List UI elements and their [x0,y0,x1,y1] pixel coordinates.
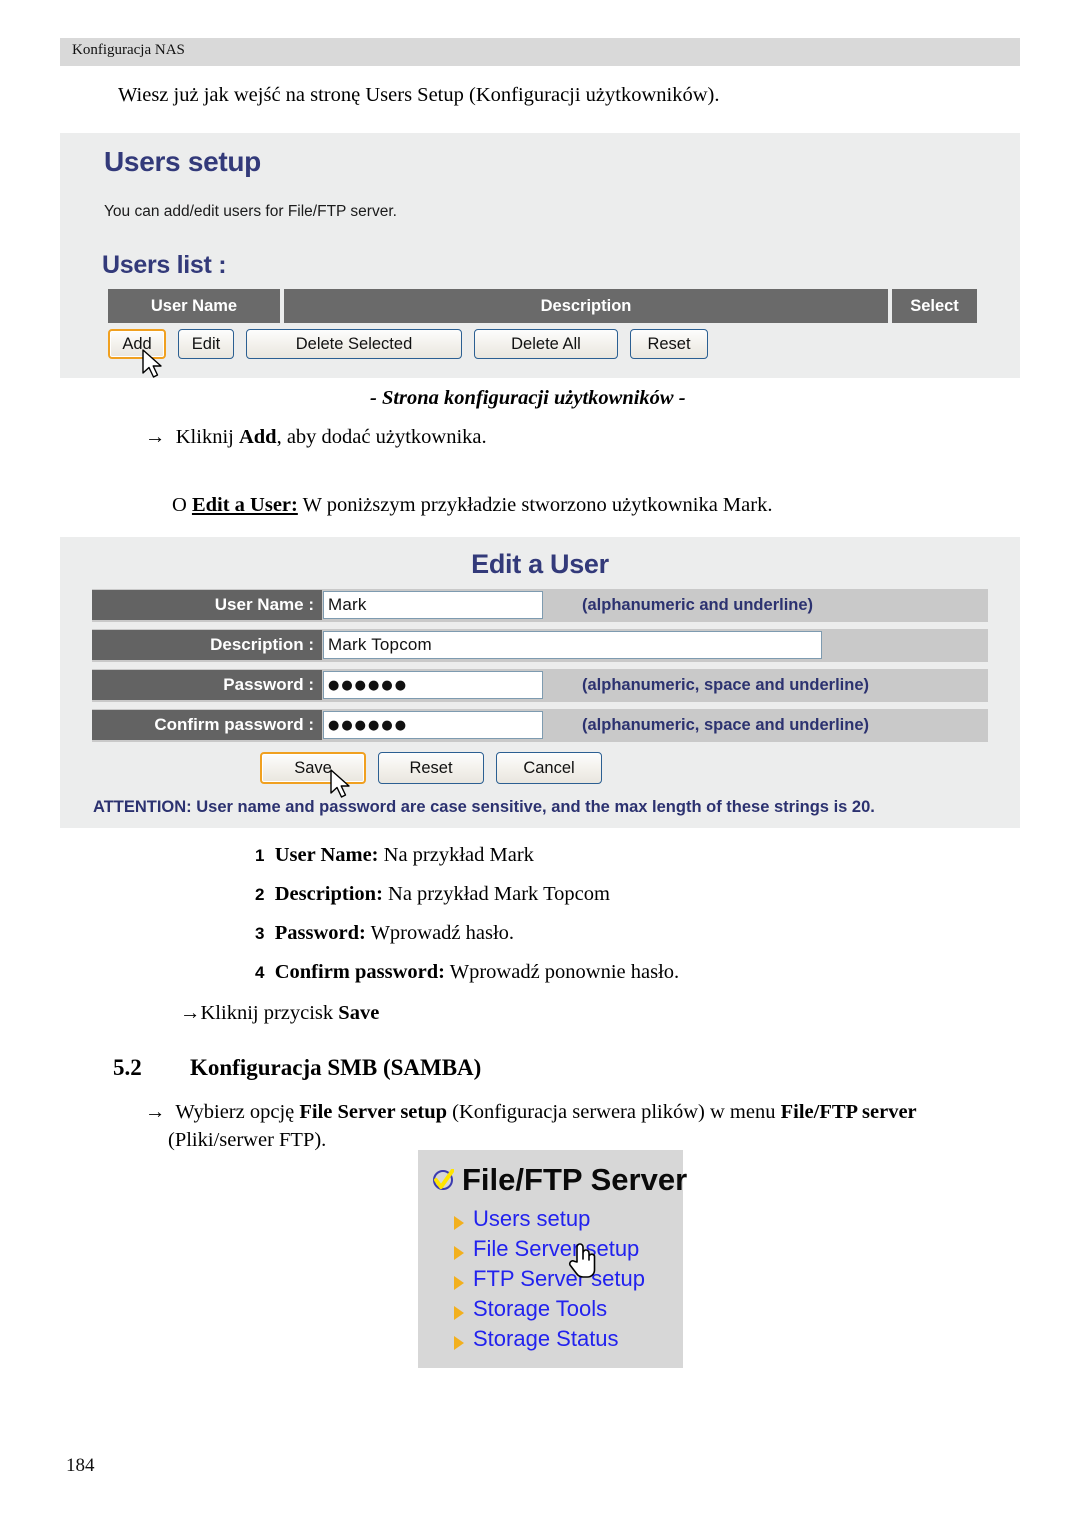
step-click-add-post: , aby dodać użytkownika. [276,426,487,448]
numbered-step-4-number: 4 [255,963,265,982]
checkmark-icon [432,1168,455,1191]
delete-all-button[interactable]: Delete All [474,329,618,359]
confirm-password-input[interactable]: ●●●●●● [323,711,543,739]
bullet-arrow-icon-2 [454,1246,464,1260]
edit-button[interactable]: Edit [178,329,234,359]
edit-a-user-panel: Edit a User User Name : Mark (alphanumer… [60,537,1020,828]
field-label-password: Password : [92,670,322,700]
edit-a-user-button-row: Save Reset Cancel [260,752,602,784]
section-number: 5.2 [113,1055,142,1080]
file-ftp-server-title: File/FTP Server [462,1162,688,1197]
users-setup-panel: Users setup You can add/edit users for F… [60,133,1020,378]
step-click-add-bold: Add [238,426,277,448]
numbered-step-3-bold: Password: [274,922,366,944]
menu-item-ftp-server-setup[interactable]: FTP Server setup [473,1266,645,1292]
numbered-step-4-text: Wprowadź ponownie hasło. [445,961,680,983]
field-hint-confirm-password: (alphanumeric, space and underline) [582,715,869,734]
numbered-step-2-number: 2 [255,885,265,904]
numbered-step-4: 4 Confirm password: Wprowadź ponownie ha… [255,961,679,984]
bullet-arrow-icon-3 [454,1276,464,1290]
numbered-step-2-text: Na przykład Mark Topcom [382,883,610,905]
step-click-save: →Kliknij przycisk Save [180,1000,379,1027]
file-ftp-server-menu: File/FTP Server Users setup File Server … [418,1150,687,1368]
running-header-text: Konfiguracja NAS [72,42,185,58]
users-list-table-header: User Name Description Select [108,289,977,323]
numbered-step-1: 1 User Name: Na przykład Mark [255,844,534,867]
delete-selected-button[interactable]: Delete Selected [246,329,462,359]
arrow-glyph: → [145,426,166,448]
step-click-save-bold: Save [338,1002,380,1024]
users-setup-title: Users setup [104,146,261,177]
section-body-bold-1: File Server setup [299,1101,448,1123]
page-number: 184 [66,1455,95,1476]
save-button[interactable]: Save [260,752,366,784]
edit-reset-button[interactable]: Reset [378,752,484,784]
column-header-description: Description [284,289,888,323]
bullet-edit-a-user: O Edit a User: W poniższym przykładzie s… [172,492,772,519]
field-label-confirm-password: Confirm password : [92,710,322,740]
section-title: Konfiguracja SMB (SAMBA) [190,1055,482,1080]
field-hint-user-name: (alphanumeric and underline) [582,595,814,614]
field-hint-password: (alphanumeric, space and underline) [582,675,869,694]
users-list-button-row: Add Edit Delete Selected Delete All Rese… [108,329,708,359]
bullet-marker: O [172,494,187,516]
menu-item-file-server-setup[interactable]: File Server setup [473,1236,639,1262]
arrow-glyph-section: → [145,1101,166,1123]
numbered-step-1-bold: User Name: [274,844,379,866]
add-button[interactable]: Add [108,329,166,359]
running-header-bar: Konfiguracja NAS [60,38,1020,66]
numbered-step-3-text: Wprowadź hasło. [365,922,515,944]
field-label-description: Description : [92,630,322,660]
users-page-caption: - Strona konfiguracji użytkowników - [370,387,686,409]
section-body-bold-2: File/FTP server [780,1101,917,1123]
description-input[interactable]: Mark Topcom [323,631,822,659]
column-header-user-name: User Name [108,289,280,323]
numbered-step-3-number: 3 [255,924,265,943]
user-name-input[interactable]: Mark [323,591,543,619]
bullet-edit-a-user-bold: Edit a User: [191,494,298,516]
bullet-arrow-icon-4 [454,1306,464,1320]
users-list-title: Users list : [102,251,227,279]
section-body-line-1: → Wybierz opcję File Server setup (Konfi… [145,1099,917,1126]
numbered-step-4-bold: Confirm password: [274,961,445,983]
numbered-step-2: 2 Description: Na przykład Mark Topcom [255,883,610,906]
field-label-user-name: User Name : [92,590,322,620]
menu-item-storage-tools[interactable]: Storage Tools [473,1296,607,1322]
section-body-1: Wybierz opcję [175,1101,300,1123]
intro-paragraph: Wiesz już jak wejść na stronę Users Setu… [118,84,720,106]
step-click-add-pre: Kliknij [175,426,239,448]
numbered-step-3: 3 Password: Wprowadź hasło. [255,922,514,945]
step-click-add: → Kliknij Add, aby dodać użytkownika. [145,424,487,451]
section-body-line-2: (Pliki/serwer FTP). [168,1129,327,1151]
numbered-step-1-number: 1 [255,846,265,865]
arrow-glyph-save: → [180,1002,201,1024]
cancel-button[interactable]: Cancel [496,752,602,784]
menu-item-storage-status[interactable]: Storage Status [473,1326,619,1352]
bullet-arrow-icon-1 [454,1216,464,1230]
password-input[interactable]: ●●●●●● [323,671,543,699]
bullet-edit-a-user-text: W poniższym przykładzie stworzono użytko… [297,494,773,516]
reset-button[interactable]: Reset [630,329,708,359]
numbered-step-2-bold: Description: [274,883,383,905]
column-header-select: Select [892,289,977,323]
section-body-2: (Konfiguracja serwera plików) w menu [447,1101,781,1123]
users-setup-description: You can add/edit users for File/FTP serv… [104,203,397,220]
step-click-save-pre: Kliknij przycisk [200,1002,339,1024]
attention-note: ATTENTION: User name and password are ca… [93,798,875,816]
edit-a-user-title: Edit a User [471,549,609,579]
bullet-arrow-icon-5 [454,1336,464,1350]
menu-item-users-setup[interactable]: Users setup [473,1206,590,1232]
numbered-step-1-text: Na przykład Mark [378,844,534,866]
